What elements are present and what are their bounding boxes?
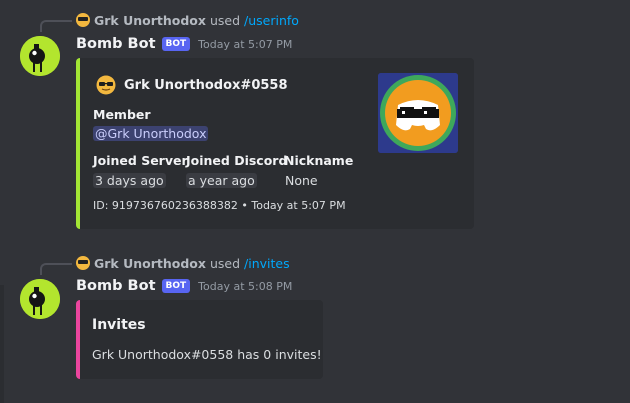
bot-username[interactable]: Bomb Bot <box>76 278 156 294</box>
reply-context[interactable]: Grk Unorthodox used /userinfo <box>76 11 299 29</box>
bot-badge: BOT <box>161 37 191 51</box>
reply-connector <box>40 20 72 32</box>
embed-author-name[interactable]: Grk Unorthodox#0558 <box>124 78 288 93</box>
bot-avatar[interactable] <box>20 279 60 319</box>
reply-command[interactable]: /userinfo <box>244 13 299 28</box>
sunglasses-emoji-icon <box>96 75 116 95</box>
joined-discord-field-value: a year ago <box>186 173 257 188</box>
sunglasses-emoji-icon <box>76 13 90 27</box>
message-header: Bomb Bot BOT Today at 5:07 PM <box>76 36 292 52</box>
message-header: Bomb Bot BOT Today at 5:08 PM <box>76 278 292 294</box>
invites-embed: Invites Grk Unorthodox#0558 has 0 invite… <box>76 300 323 379</box>
embed-description: Grk Unorthodox#0558 has 0 invites! <box>92 347 322 362</box>
user-mention[interactable]: @Grk Unorthodox <box>93 126 209 141</box>
reply-username[interactable]: Grk Unorthodox <box>94 13 206 28</box>
reply-verb: used <box>209 255 241 271</box>
bot-badge: BOT <box>161 279 191 293</box>
discord-logo-sunglasses-avatar <box>378 73 458 153</box>
joined-discord-field-name: Joined Discord <box>186 153 288 168</box>
userinfo-embed: Grk Unorthodox#0558 Member @Grk Unorthod… <box>76 58 474 229</box>
joined-server-field-name: Joined Server <box>93 153 188 168</box>
reply-connector <box>40 263 72 275</box>
nickname-field-name: Nickname <box>284 153 354 168</box>
reply-verb: used <box>209 12 241 28</box>
message-timestamp[interactable]: Today at 5:07 PM <box>198 38 292 51</box>
scrollbar-track[interactable] <box>0 285 4 403</box>
member-field-value: @Grk Unorthodox <box>93 126 209 141</box>
embed-thumbnail[interactable] <box>378 73 458 153</box>
embed-title: Invites <box>92 317 146 333</box>
embed-author: Grk Unorthodox#0558 <box>96 75 288 95</box>
reply-username[interactable]: Grk Unorthodox <box>94 256 206 271</box>
reply-context[interactable]: Grk Unorthodox used /invites <box>76 254 290 272</box>
sunglasses-emoji-icon <box>76 256 90 270</box>
joined-server-timestamp[interactable]: 3 days ago <box>93 173 166 188</box>
embed-footer: ID: 919736760236388382 • Today at 5:07 P… <box>93 199 346 212</box>
nickname-field-value: None <box>285 173 318 188</box>
joined-discord-timestamp[interactable]: a year ago <box>186 173 257 188</box>
member-field-name: Member <box>93 107 151 122</box>
bot-username[interactable]: Bomb Bot <box>76 36 156 52</box>
joined-server-field-value: 3 days ago <box>93 173 166 188</box>
reply-command[interactable]: /invites <box>244 256 290 271</box>
message-timestamp[interactable]: Today at 5:08 PM <box>198 280 292 293</box>
bot-avatar[interactable] <box>20 36 60 76</box>
